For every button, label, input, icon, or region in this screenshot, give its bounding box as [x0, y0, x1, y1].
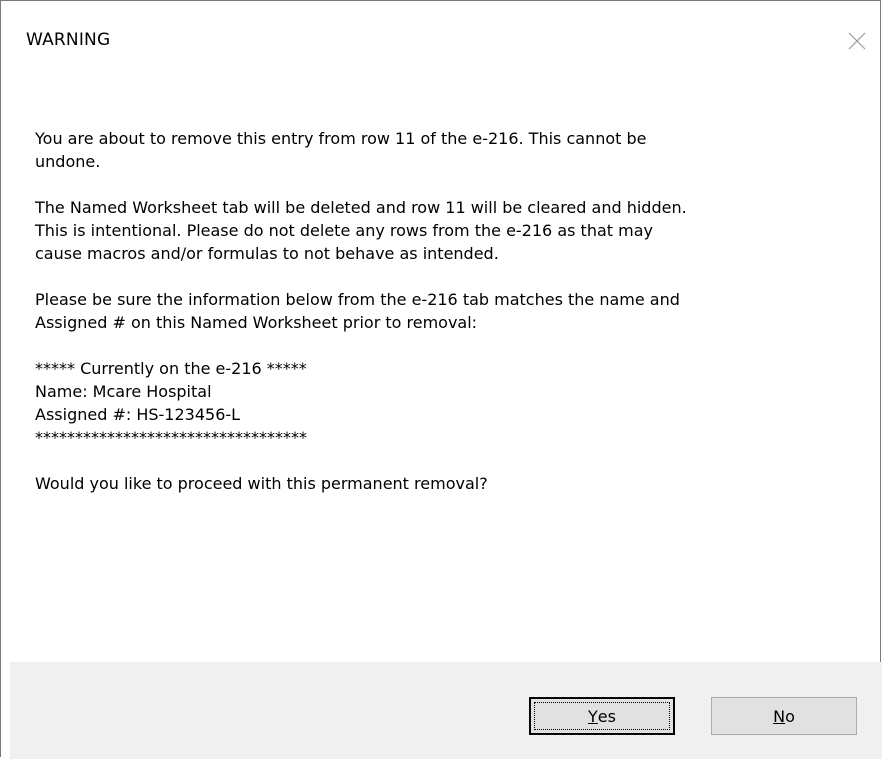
message-paragraph-entry-info: ***** Currently on the e-216 ***** Name:… [35, 357, 855, 449]
message-line: Please be sure the information below fro… [35, 290, 680, 309]
message-paragraph-verify: Please be sure the information below fro… [35, 288, 855, 334]
no-mnemonic: N [773, 706, 786, 726]
message-paragraph-removal: You are about to remove this entry from … [35, 127, 855, 173]
warning-dialog: WARNING You are about to remove this ent… [0, 0, 882, 759]
message-line: The Named Worksheet tab will be deleted … [35, 198, 687, 217]
dialog-title: WARNING [26, 30, 111, 50]
dialog-footer: Yes No [10, 662, 882, 759]
message-line: Assigned # on this Named Worksheet prior… [35, 313, 478, 332]
no-label-rest: o [785, 706, 795, 726]
yes-button[interactable]: Yes [529, 697, 675, 735]
yes-mnemonic: Y [588, 706, 598, 726]
no-button[interactable]: No [711, 697, 857, 735]
entry-name: Name: Mcare Hospital [35, 382, 212, 401]
message-paragraph-question: Would you like to proceed with this perm… [35, 472, 855, 495]
entry-header: ***** Currently on the e-216 ***** [35, 359, 307, 378]
yes-label-rest: es [597, 706, 616, 726]
entry-assigned-number: Assigned #: HS-123456-L [35, 405, 241, 424]
message-line: cause macros and/or formulas to not beha… [35, 244, 499, 263]
close-icon[interactable] [847, 31, 867, 51]
message-line: This is intentional. Please do not delet… [35, 221, 653, 240]
dialog-message: You are about to remove this entry from … [35, 127, 855, 518]
message-paragraph-details: The Named Worksheet tab will be deleted … [35, 196, 855, 265]
message-line: undone. [35, 152, 101, 171]
message-line: Would you like to proceed with this perm… [35, 474, 488, 493]
message-line: You are about to remove this entry from … [35, 129, 647, 148]
entry-footer: ********************************** [35, 428, 307, 447]
